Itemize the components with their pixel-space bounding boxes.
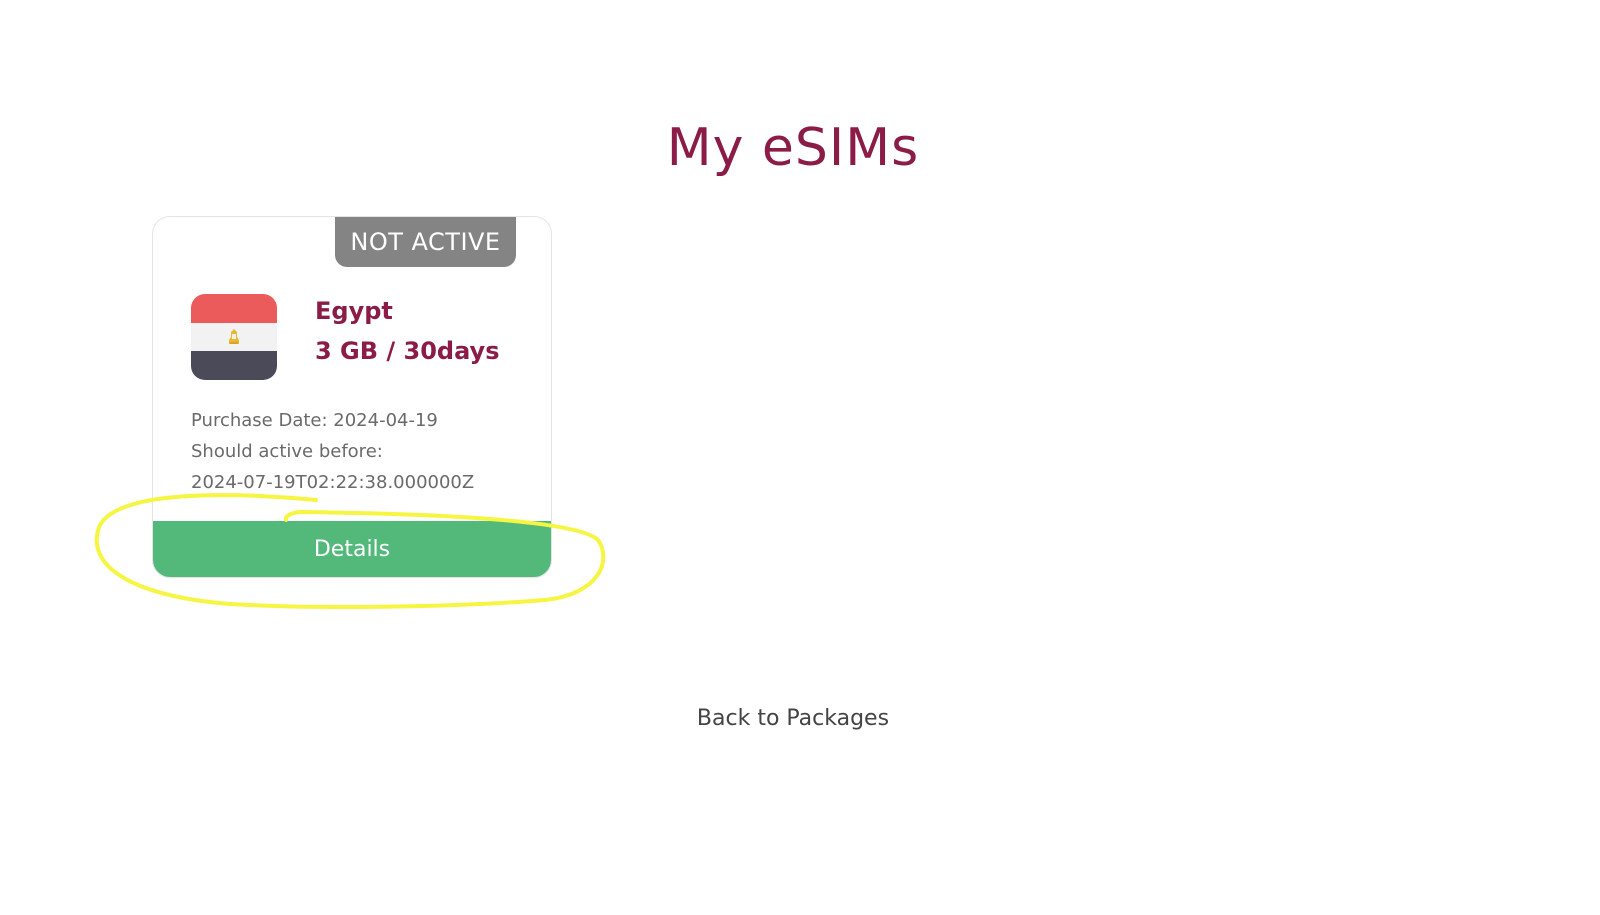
activate-before-label: Should active before: (191, 441, 383, 462)
egypt-flag-icon (191, 294, 277, 380)
purchase-date: Purchase Date: 2024-04-19 (191, 410, 438, 431)
eagle-icon (229, 329, 239, 344)
activate-before-value: 2024-07-19T02:22:38.000000Z (191, 472, 475, 493)
page-title: My eSIMs (666, 118, 920, 178)
esim-info: Purchase Date: 2024-04-19 Should active … (191, 405, 474, 498)
plan-name: 3 GB / 30days (315, 337, 500, 365)
page: My eSIMs NOT ACTIVE Egypt 3 GB / 30days … (0, 0, 1600, 915)
status-badge: NOT ACTIVE (335, 217, 516, 267)
details-button[interactable]: Details (153, 521, 551, 577)
country-name: Egypt (315, 297, 393, 325)
esim-card: NOT ACTIVE Egypt 3 GB / 30days Purchase … (152, 216, 552, 578)
back-to-packages-link[interactable]: Back to Packages (0, 706, 1586, 731)
